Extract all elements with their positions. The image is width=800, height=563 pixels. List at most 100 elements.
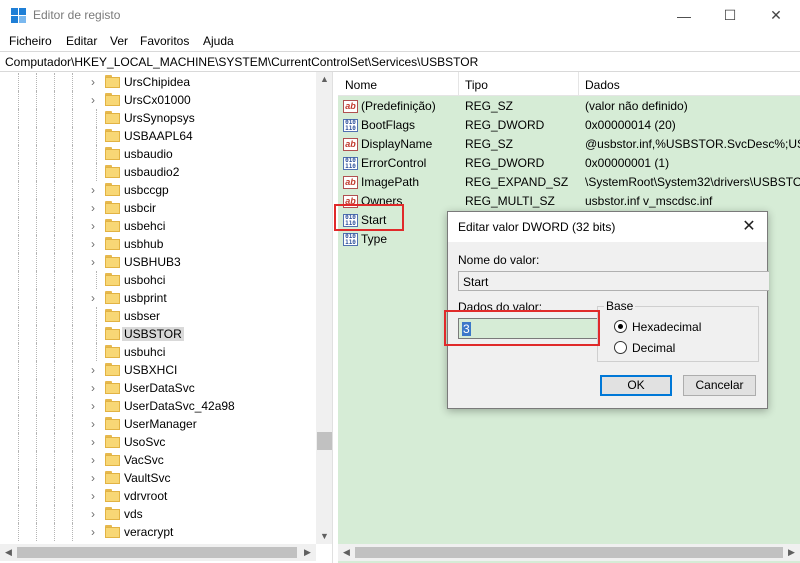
expand-chevron-icon[interactable]: ›	[91, 291, 101, 305]
decimal-label[interactable]: Decimal	[632, 341, 675, 355]
tree-guide-line	[54, 379, 55, 397]
decimal-radio[interactable]	[614, 341, 627, 354]
list-horizontal-scrollbar[interactable]: ◀ ▶	[338, 544, 800, 561]
expand-chevron-icon[interactable]: ›	[91, 75, 101, 89]
tree-guide-line	[54, 217, 55, 235]
address-bar[interactable]: Computador\HKEY_LOCAL_MACHINE\SYSTEM\Cur…	[0, 51, 800, 72]
tree-guide-line	[36, 379, 37, 397]
tree-guide-line	[72, 109, 73, 127]
hexadecimal-label[interactable]: Hexadecimal	[632, 320, 701, 334]
tree-item[interactable]: usbaudio	[0, 145, 316, 163]
expand-chevron-icon[interactable]: ›	[91, 93, 101, 107]
column-header-type[interactable]: Tipo	[465, 78, 488, 92]
expand-chevron-icon[interactable]: ›	[91, 489, 101, 503]
column-header-name[interactable]: Nome	[345, 78, 377, 92]
menu-ficheiro[interactable]: Ficheiro	[9, 34, 52, 48]
tree-item[interactable]: › veracrypt	[0, 523, 316, 541]
tree-item[interactable]: › UserDataSvc_42a98	[0, 397, 316, 415]
folder-icon	[105, 489, 120, 502]
list-scroll-right-arrow-icon[interactable]: ▶	[783, 547, 800, 558]
scroll-left-arrow-icon[interactable]: ◀	[0, 547, 17, 558]
tree-guide-line	[18, 451, 19, 469]
base-group: Base Hexadecimal Decimal	[597, 299, 759, 362]
tree-vertical-scrollbar[interactable]: ▲ ▼	[316, 72, 332, 544]
tree-item[interactable]: › UserDataSvc	[0, 379, 316, 397]
tree-item[interactable]: usbaudio2	[0, 163, 316, 181]
tree-item[interactable]: › UrsChipidea	[0, 73, 316, 91]
tree-guide-line	[72, 397, 73, 415]
expand-chevron-icon[interactable]: ›	[91, 237, 101, 251]
dialog-close-icon[interactable]: ✕	[739, 216, 759, 236]
tree-item[interactable]: › usbprint	[0, 289, 316, 307]
menu-favoritos[interactable]: Favoritos	[140, 34, 189, 48]
minimize-button[interactable]: —	[661, 0, 707, 31]
list-scroll-left-arrow-icon[interactable]: ◀	[338, 547, 355, 558]
tree-item[interactable]: › USBXHCI	[0, 361, 316, 379]
list-row[interactable]: ab DisplayName REG_SZ @usbstor.inf,%USBSTOR…	[338, 135, 800, 154]
list-row[interactable]: ab (Predefinição) REG_SZ (valor não definid…	[338, 97, 800, 116]
list-row[interactable]: 010 110 BootFlags REG_DWORD 0x00000014 (20)	[338, 116, 800, 135]
tree-guide-line	[36, 253, 37, 271]
expand-chevron-icon[interactable]: ›	[91, 471, 101, 485]
maximize-button[interactable]: ☐	[707, 0, 753, 31]
expand-chevron-icon[interactable]: ›	[91, 417, 101, 431]
tree-guide-line	[54, 235, 55, 253]
list-row[interactable]: ab Owners REG_MULTI_SZ usbstor.inf v_mscdsc…	[338, 192, 800, 211]
scroll-right-arrow-icon[interactable]: ▶	[299, 547, 316, 558]
scroll-down-arrow-icon[interactable]: ▼	[316, 531, 332, 541]
expand-chevron-icon[interactable]: ›	[91, 363, 101, 377]
cancel-button[interactable]: Cancelar	[683, 375, 756, 396]
tree-item[interactable]: › vds	[0, 505, 316, 523]
tree-item[interactable]: › UsoSvc	[0, 433, 316, 451]
tree-scroll-thumb[interactable]	[317, 432, 332, 450]
tree-item[interactable]: usbser	[0, 307, 316, 325]
cell-name: Type	[361, 232, 388, 246]
expand-chevron-icon[interactable]: ›	[91, 183, 101, 197]
tree-item[interactable]: USBAAPL64	[0, 127, 316, 145]
tree-item[interactable]: › UserManager	[0, 415, 316, 433]
expand-chevron-icon[interactable]: ›	[91, 453, 101, 467]
expand-chevron-icon[interactable]: ›	[91, 435, 101, 449]
tree-guide-line	[18, 181, 19, 199]
tree-item[interactable]: › USBHUB3	[0, 253, 316, 271]
column-header-data[interactable]: Dados	[585, 78, 620, 92]
tree-item[interactable]: usbohci	[0, 271, 316, 289]
tree-item[interactable]: › usbehci	[0, 217, 316, 235]
expand-chevron-icon[interactable]: ›	[91, 219, 101, 233]
menu-ajuda[interactable]: Ajuda	[203, 34, 234, 48]
close-button[interactable]: ✕	[753, 0, 799, 31]
cell-data: usbstor.inf v_mscdsc.inf	[585, 194, 713, 208]
tree-item-label: usbohci	[124, 273, 166, 287]
hexadecimal-radio[interactable]	[614, 320, 627, 333]
expand-chevron-icon[interactable]: ›	[91, 399, 101, 413]
folder-icon	[105, 471, 120, 484]
list-row[interactable]: ab ImagePath REG_EXPAND_SZ \SystemRoot\Syst…	[338, 173, 800, 192]
tree-guide-line	[72, 73, 73, 91]
tree-item[interactable]: › vdrvroot	[0, 487, 316, 505]
list-hscroll-thumb[interactable]	[355, 547, 783, 558]
expand-chevron-icon[interactable]: ›	[91, 381, 101, 395]
tree-item[interactable]: USBSTOR	[0, 325, 316, 343]
tree-item[interactable]: › UrsCx01000	[0, 91, 316, 109]
tree-item[interactable]: › usbccgp	[0, 181, 316, 199]
tree-item[interactable]: › VacSvc	[0, 451, 316, 469]
tree-item[interactable]: › usbhub	[0, 235, 316, 253]
ok-button[interactable]: OK	[600, 375, 672, 396]
list-row[interactable]: 010 110 ErrorControl REG_DWORD 0x00000001 (1…	[338, 154, 800, 173]
tree-item[interactable]: usbuhci	[0, 343, 316, 361]
menu-ver[interactable]: Ver	[110, 34, 128, 48]
tree-item[interactable]: › usbcir	[0, 199, 316, 217]
tree-hscroll-thumb[interactable]	[17, 547, 297, 558]
expand-chevron-icon[interactable]: ›	[91, 201, 101, 215]
tree-item[interactable]: › VaultSvc	[0, 469, 316, 487]
tree-guide-line	[96, 307, 97, 325]
expand-chevron-icon[interactable]: ›	[91, 255, 101, 269]
tree-horizontal-scrollbar[interactable]: ◀ ▶	[0, 544, 316, 561]
menu-editar[interactable]: Editar	[66, 34, 97, 48]
tree-guide-line	[18, 523, 19, 541]
tree-item[interactable]: UrsSynopsys	[0, 109, 316, 127]
expand-chevron-icon[interactable]: ›	[91, 525, 101, 539]
expand-chevron-icon[interactable]: ›	[91, 507, 101, 521]
scroll-up-arrow-icon[interactable]: ▲	[316, 74, 332, 84]
tree-guide-line	[72, 235, 73, 253]
